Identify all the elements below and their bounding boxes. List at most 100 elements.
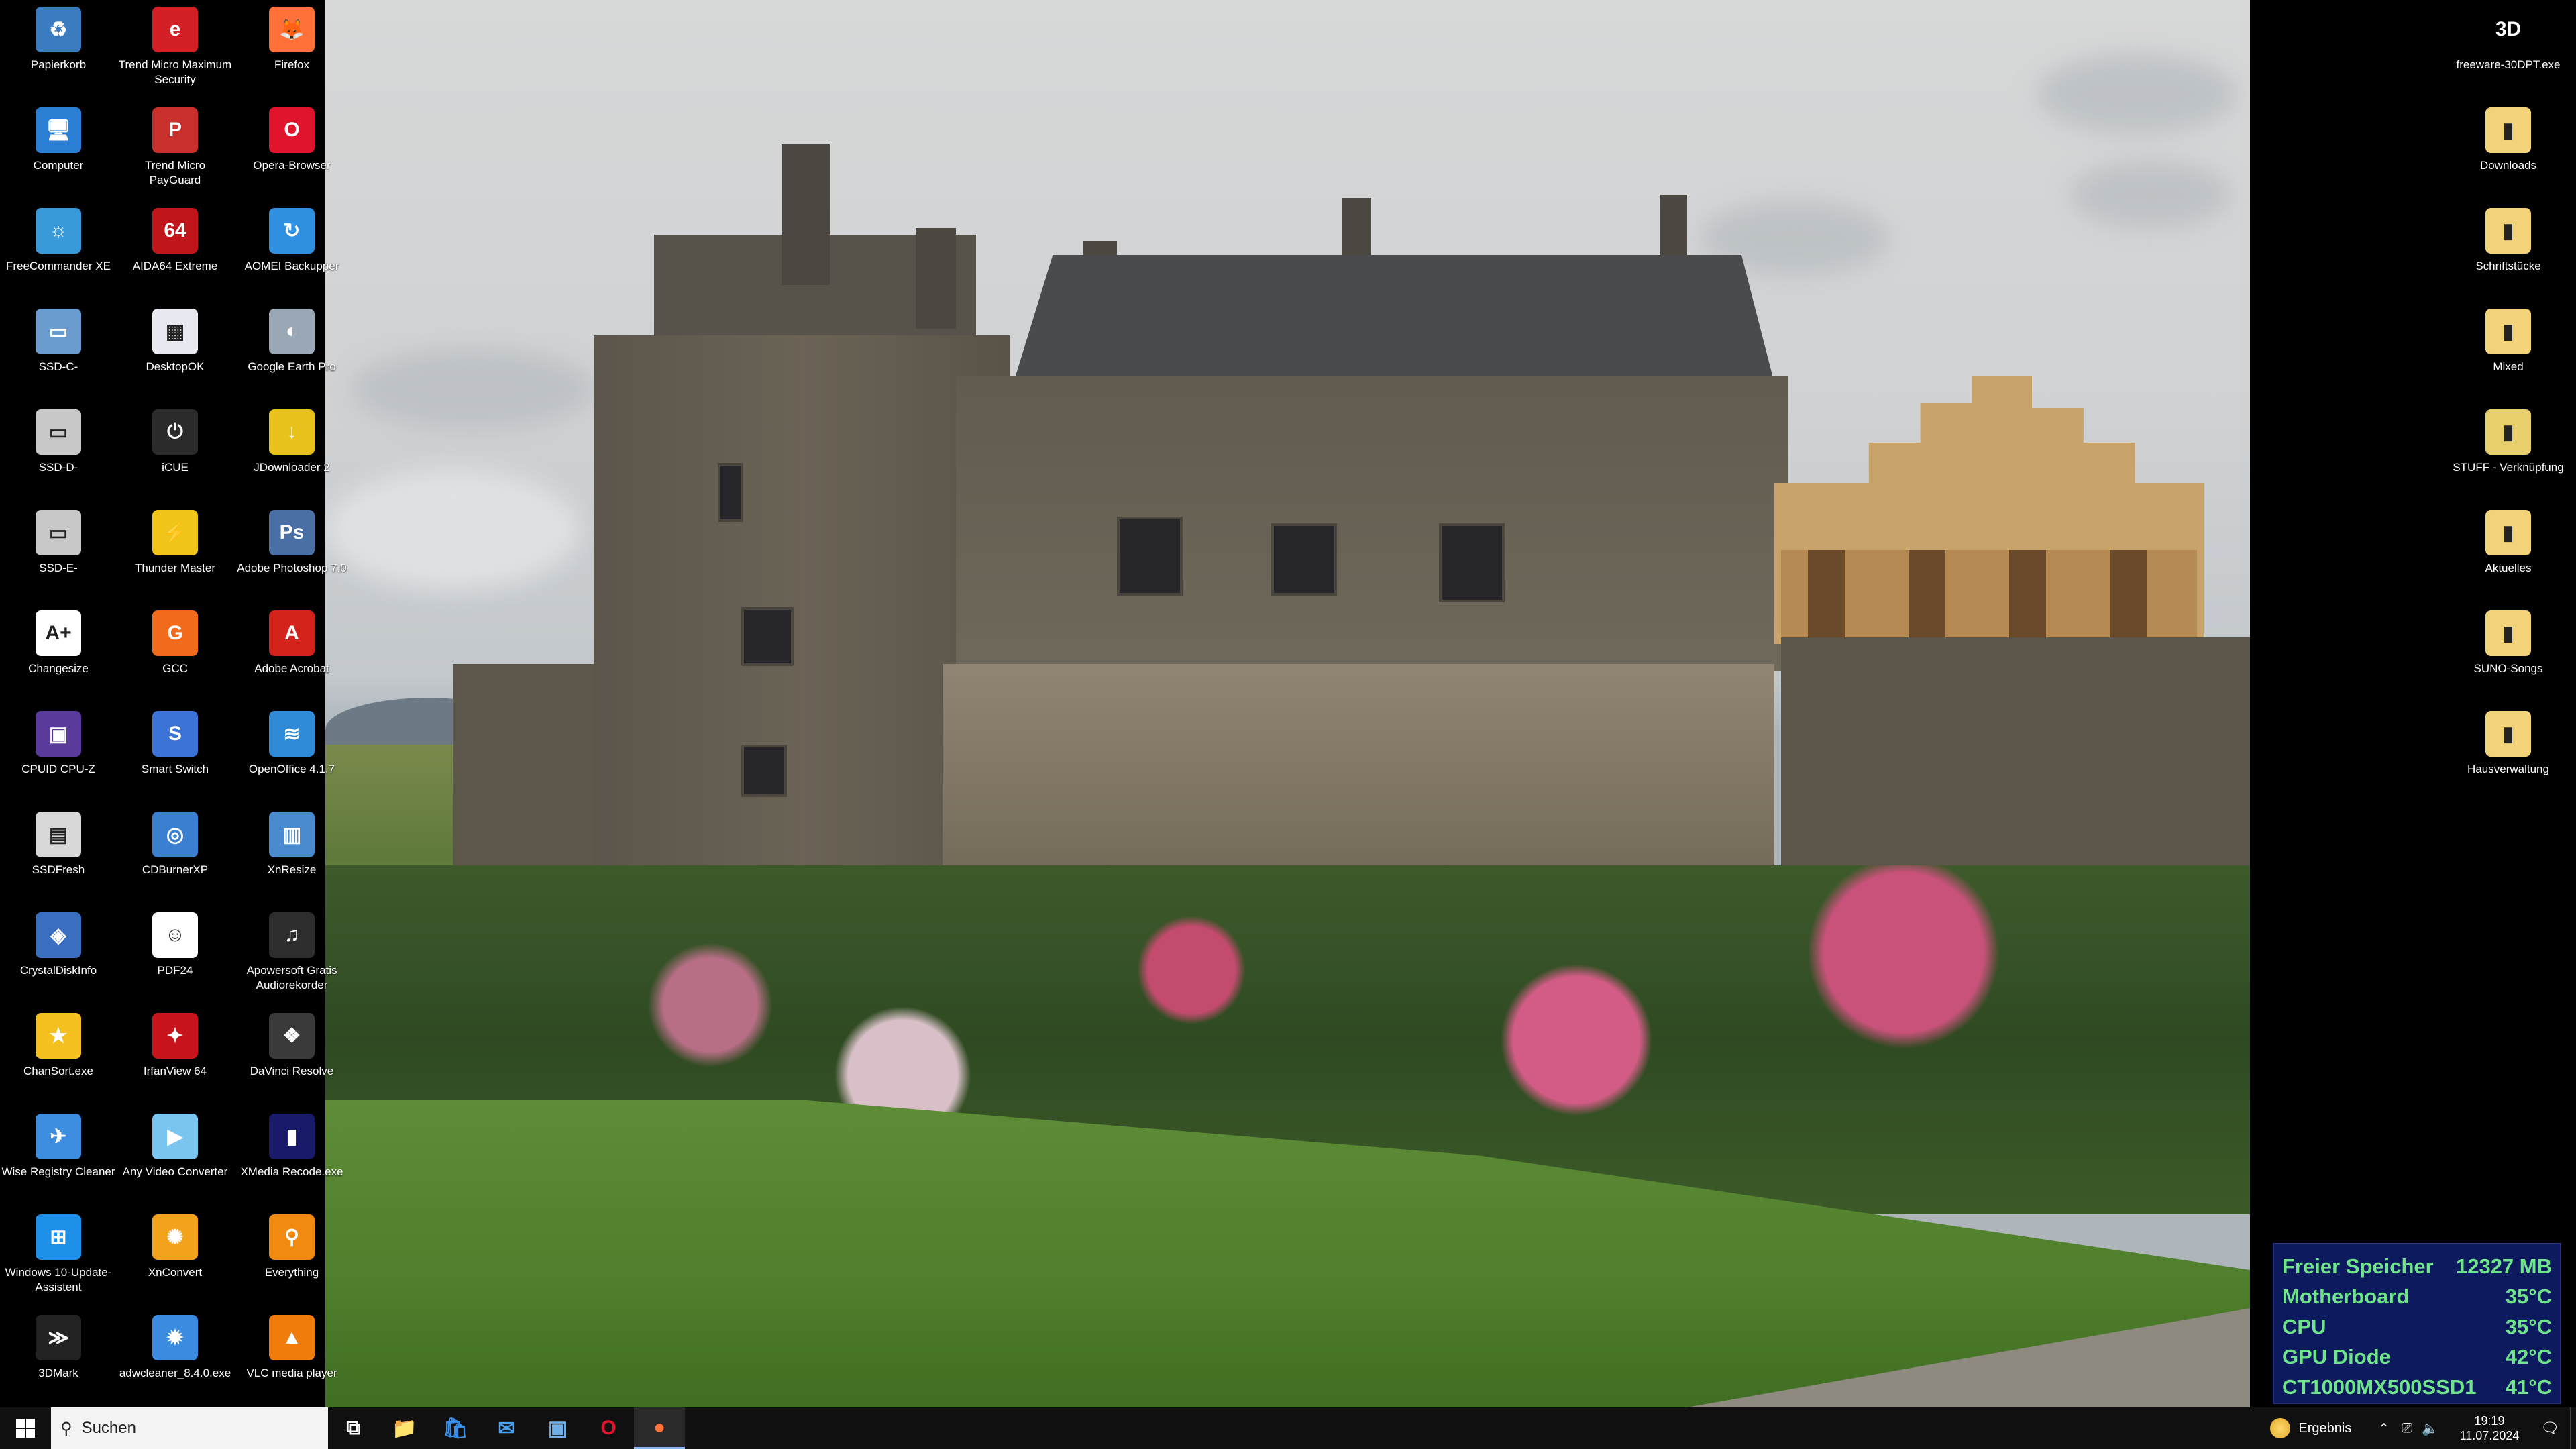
clock[interactable]: 19:19 11.07.2024	[2449, 1413, 2530, 1443]
desktop-icon[interactable]: A+ Changesize	[1, 605, 115, 699]
xnconvert-icon: ✺	[152, 1214, 198, 1260]
desktop-icon[interactable]: ✦ IrfanView 64	[118, 1008, 232, 1102]
desktop-icon[interactable]: ▮ Schriftstücke	[2451, 203, 2565, 297]
search-placeholder: Suchen	[81, 1419, 136, 1437]
desktop-icon[interactable]: 🦊 Firefox	[235, 1, 349, 95]
desktop-icon[interactable]: ◎ CDBurnerXP	[118, 806, 232, 900]
taskbar-app-button[interactable]: ⧉	[328, 1407, 379, 1449]
desktop-icon[interactable]: ▥ XnResize	[235, 806, 349, 900]
desktop-icon[interactable]: ▶ Any Video Converter	[118, 1108, 232, 1202]
weather-label[interactable]: Ergebnis	[2298, 1421, 2351, 1436]
desktop-icon[interactable]: ✹ adwcleaner_8.4.0.exe	[118, 1309, 232, 1403]
taskbar-app-button[interactable]: 📁	[379, 1407, 430, 1449]
desktop-icon[interactable]: ▮ SUNO-Songs	[2451, 605, 2565, 699]
desktop-icon[interactable]: ✺ XnConvert	[118, 1209, 232, 1303]
desktop-icon[interactable]: ▮ Aktuelles	[2451, 504, 2565, 598]
desktop-icon[interactable]: e Trend Micro Maximum Security	[118, 1, 232, 95]
desktop-icon[interactable]: ☼ FreeCommander XE	[1, 203, 115, 297]
desktop-icon-label: Apowersoft Gratis Audiorekorder	[246, 964, 337, 991]
desktop-icon[interactable]: ▮ STUFF - Verknüpfung	[2451, 404, 2565, 498]
folder-icon: ▮	[2485, 208, 2531, 254]
photoshop-icon: Ps	[269, 510, 315, 555]
network-icon[interactable]: ⎚	[2402, 1421, 2412, 1436]
taskbar-app-button[interactable]: ✉	[481, 1407, 532, 1449]
hwmon-value: 35°C	[2505, 1285, 2552, 1308]
openoffice-icon: ≋	[269, 711, 315, 757]
wise-registry-icon: ✈	[36, 1114, 81, 1159]
chevron-up-icon[interactable]: ⌃	[2378, 1420, 2390, 1437]
taskbar-app-button[interactable]: 🛍	[430, 1407, 481, 1449]
desktop-icon[interactable]: ▤ SSDFresh	[1, 806, 115, 900]
start-button[interactable]	[0, 1407, 51, 1449]
firefox-icon: 🦊	[269, 7, 315, 52]
desktop-icon[interactable]: P Trend Micro PayGuard	[118, 102, 232, 196]
desktop-icon[interactable]: ◐ Google Earth Pro	[235, 303, 349, 397]
desktop-icon-label: SSD-D-	[38, 461, 78, 474]
clock-date: 11.07.2024	[2459, 1429, 2520, 1442]
desktop-icon[interactable]: G GCC	[118, 605, 232, 699]
taskbar-app-button[interactable]: ▣	[532, 1407, 583, 1449]
volume-icon[interactable]: 🔈	[2422, 1420, 2438, 1437]
show-desktop-button[interactable]	[2570, 1407, 2576, 1449]
3dmark-icon: ≫	[36, 1315, 81, 1360]
desktop-icon[interactable]: 🖥 Computer	[1, 102, 115, 196]
desktop-icon[interactable]: ▭ SSD-E-	[1, 504, 115, 598]
desktop-icon[interactable]: ⚡ Thunder Master	[118, 504, 232, 598]
desktop-icon[interactable]: ▲ VLC media player	[235, 1309, 349, 1403]
desktop-icon-label: Trend Micro Maximum Security	[118, 58, 232, 86]
desktop-icon[interactable]: ▭ SSD-D-	[1, 404, 115, 498]
desktop-icon[interactable]: ★ ChanSort.exe	[1, 1008, 115, 1102]
desktop-icon[interactable]: ♻ Papierkorb	[1, 1, 115, 95]
desktop-icon[interactable]: ✈ Wise Registry Cleaner	[1, 1108, 115, 1202]
adwcleaner-icon: ✹	[152, 1315, 198, 1360]
desktop-icon[interactable]: ⚲ Everything	[235, 1209, 349, 1303]
desktop-icon[interactable]: ▭ SSD-C-	[1, 303, 115, 397]
desktop-icon[interactable]: ◈ CrystalDiskInfo	[1, 907, 115, 1001]
desktop-icon-label: freeware-30DPT.exe	[2456, 58, 2561, 71]
taskbar-app-button[interactable]: O	[583, 1407, 634, 1449]
desktop-icon[interactable]: ≫ 3DMark	[1, 1309, 115, 1403]
firefox-icon: ●	[653, 1415, 666, 1438]
desktop-icon-label: XMedia Recode.exe	[240, 1165, 343, 1178]
taskbar-search-box[interactable]: ⚲ Suchen	[51, 1407, 328, 1449]
drive-icon: ▭	[36, 409, 81, 455]
desktop-icon[interactable]: 3D freeware-30DPT.exe	[2451, 1, 2565, 95]
desktop-icon[interactable]: ▦ DesktopOK	[118, 303, 232, 397]
desktop-icon[interactable]: ▮ Mixed	[2451, 303, 2565, 397]
castle-window	[741, 745, 787, 797]
desktop-icon[interactable]: ☺ PDF24	[118, 907, 232, 1001]
google-earth-icon: ◐	[269, 309, 315, 354]
desktop-icon[interactable]: ▣ CPUID CPU-Z	[1, 706, 115, 800]
desktop-icon[interactable]: Ps Adobe Photoshop 7.0	[235, 504, 349, 598]
payguard-icon: P	[152, 107, 198, 153]
desktop-icon[interactable]: ❖ DaVinci Resolve	[235, 1008, 349, 1102]
hwmon-label: CPU	[2282, 1315, 2326, 1338]
hwmon-label: Freier Speicher	[2282, 1254, 2434, 1278]
desktop-icon[interactable]: ▮ Hausverwaltung	[2451, 706, 2565, 800]
desktop-icon[interactable]: S Smart Switch	[118, 706, 232, 800]
notification-icon[interactable]: 🗨	[2530, 1419, 2570, 1437]
desktop-icon-label: Aktuelles	[2485, 561, 2532, 574]
desktop-icon-label: Thunder Master	[135, 561, 215, 574]
desktop-icon[interactable]: ⊞ Windows 10-Update-Assistent	[1, 1209, 115, 1303]
desktop-icon[interactable]: ↓ JDownloader 2	[235, 404, 349, 498]
desktop-icon[interactable]: ↻ AOMEI Backupper	[235, 203, 349, 297]
desktop-icon[interactable]: O Opera-Browser	[235, 102, 349, 196]
desktop-icon[interactable]: ♫ Apowersoft Gratis Audiorekorder	[235, 907, 349, 1001]
desktop-icon[interactable]: ▮ Downloads	[2451, 102, 2565, 196]
desktop-icon[interactable]: ▮ XMedia Recode.exe	[235, 1108, 349, 1202]
desktop-icon-label: JDownloader 2	[254, 461, 330, 474]
desktop-icon[interactable]: ≋ OpenOffice 4.1.7	[235, 706, 349, 800]
trend-micro-icon: e	[152, 7, 198, 52]
microsoft-store-icon: 🛍	[442, 1417, 469, 1440]
acrobat-icon: A	[269, 610, 315, 656]
opera-icon: O	[600, 1417, 616, 1439]
desktop-icon[interactable]: ⏻ iCUE	[118, 404, 232, 498]
taskbar-app-button[interactable]: ●	[634, 1407, 685, 1449]
desktop-icon[interactable]: A Adobe Acrobat	[235, 605, 349, 699]
weather-icon[interactable]	[2270, 1418, 2291, 1438]
desktop-icon-label: XnResize	[267, 863, 317, 876]
desktop-icon-label: PDF24	[157, 964, 193, 977]
desktop-icon-label: Downloads	[2479, 159, 2537, 172]
desktop-icon[interactable]: 64 AIDA64 Extreme	[118, 203, 232, 297]
